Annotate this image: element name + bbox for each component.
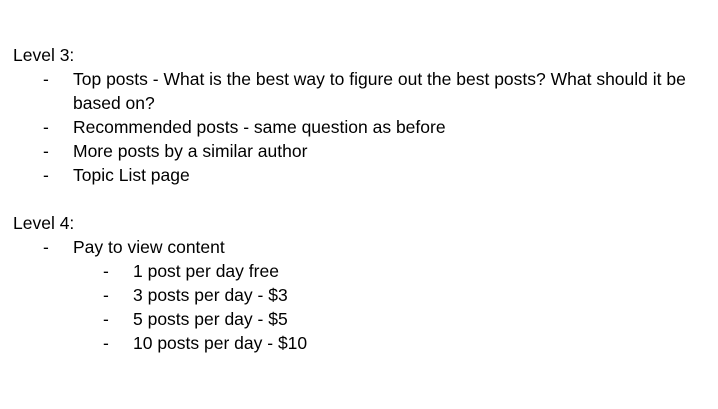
sublist-item: - 10 posts per day - $10: [13, 331, 716, 355]
sublist-item-text: 3 posts per day - $3: [133, 285, 288, 305]
list-bullet: -: [43, 69, 49, 89]
list-bullet: -: [43, 117, 49, 137]
sublist-item-text: 10 posts per day - $10: [133, 333, 308, 353]
sublist-item: - 5 posts per day - $5: [13, 307, 716, 331]
document-page: { "sections": [ { "heading": "Level 3:",…: [0, 0, 718, 409]
list-item: - Topic List page: [13, 163, 716, 187]
list-item: - More posts by a similar author: [13, 139, 716, 163]
list-bullet: -: [103, 285, 109, 305]
list-bullet: -: [43, 141, 49, 161]
list-bullet: -: [43, 165, 49, 185]
list-item-text: Pay to view content: [73, 237, 225, 257]
list-item-text: Topic List page: [73, 165, 190, 185]
sublist-item-text: 1 post per day free: [133, 261, 279, 281]
sublist-item: - 1 post per day free: [13, 259, 716, 283]
list-item-text: Top posts - What is the best way to figu…: [73, 69, 686, 113]
section-heading-level-3: Level 3:: [13, 45, 75, 65]
list-item: - Pay to view content: [13, 235, 716, 259]
list-bullet: -: [103, 309, 109, 329]
section-heading-level-4: Level 4:: [13, 213, 75, 233]
list-bullet: -: [103, 333, 109, 353]
document-body: Level 3: - Top posts - What is the best …: [13, 43, 716, 355]
list-bullet: -: [103, 261, 109, 281]
list-item: - Recommended posts - same question as b…: [13, 115, 716, 139]
sublist-item: - 3 posts per day - $3: [13, 283, 716, 307]
level-4-list: - Pay to view content - 1 post per day f…: [13, 235, 716, 355]
list-item-text: More posts by a similar author: [73, 141, 308, 161]
level-4-sublist: - 1 post per day free - 3 posts per day …: [13, 259, 716, 355]
level-3-list: - Top posts - What is the best way to fi…: [13, 67, 716, 187]
list-item: - Top posts - What is the best way to fi…: [13, 67, 716, 115]
sublist-item-text: 5 posts per day - $5: [133, 309, 288, 329]
list-bullet: -: [43, 237, 49, 257]
list-item-text: Recommended posts - same question as bef…: [73, 117, 446, 137]
